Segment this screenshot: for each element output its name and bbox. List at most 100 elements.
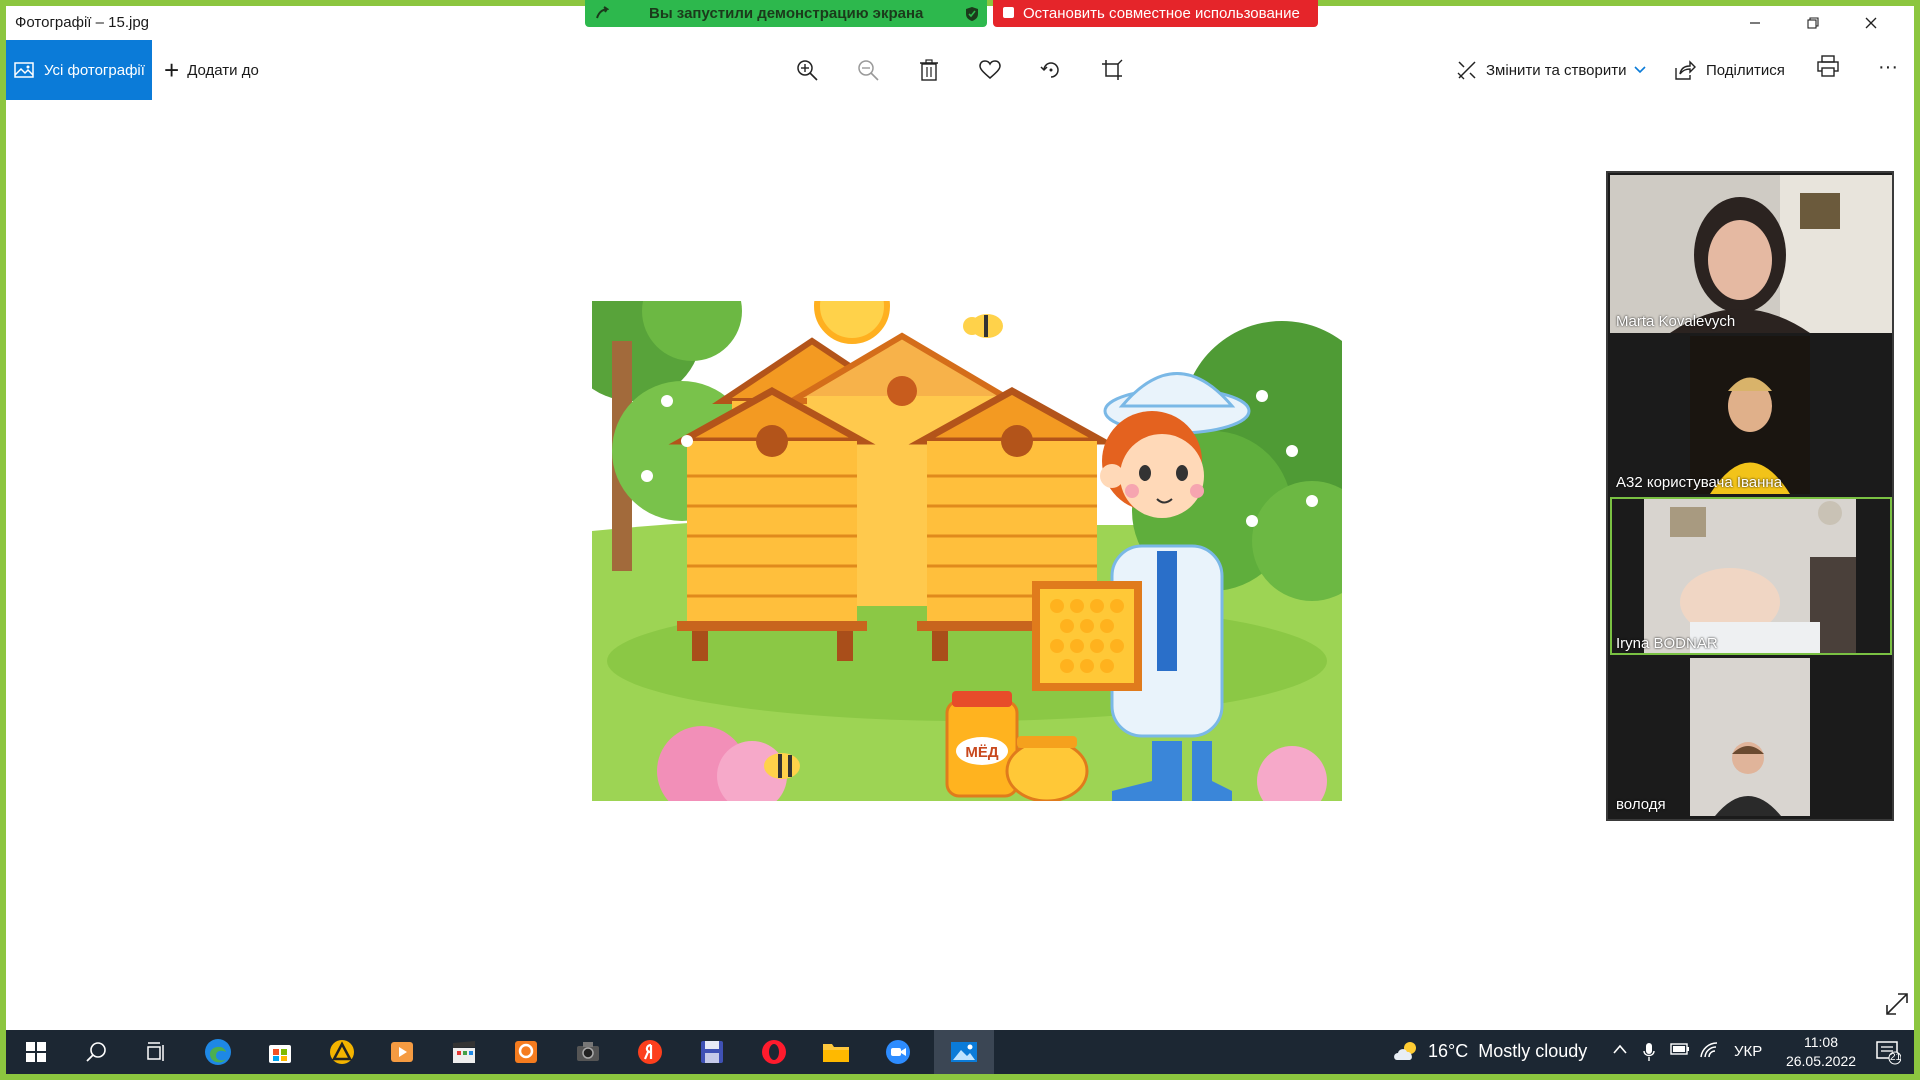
participant-name: Iryna BODNAR xyxy=(1616,635,1718,652)
participant-tile-active[interactable]: Iryna BODNAR xyxy=(1610,497,1892,655)
share-screen-icon xyxy=(596,6,609,19)
edit-create-icon xyxy=(1457,61,1476,80)
sharing-status-text: Вы запустили демонстрацию экрана xyxy=(649,5,924,22)
edge-icon xyxy=(205,1039,231,1065)
search-icon xyxy=(86,1042,106,1062)
participant-tile[interactable]: володя xyxy=(1610,658,1892,816)
participant-video xyxy=(1610,497,1892,655)
opera-icon xyxy=(762,1040,786,1064)
taskbar-camera-app[interactable] xyxy=(572,1036,604,1068)
notification-count: 21 xyxy=(1890,1052,1902,1063)
minimize-button[interactable] xyxy=(1726,6,1784,40)
photos-icon xyxy=(951,1042,977,1062)
taskbar-opera[interactable] xyxy=(758,1036,790,1068)
participant-tile[interactable]: Marta Kovalevych xyxy=(1610,175,1892,333)
participant-video xyxy=(1610,658,1892,816)
task-view-button[interactable] xyxy=(140,1036,172,1068)
store-icon xyxy=(269,1045,291,1063)
favorite-button[interactable] xyxy=(974,54,1006,86)
cloud-sun-icon xyxy=(1394,1042,1416,1060)
participant-video xyxy=(1610,336,1892,494)
participant-name: A32 користувача Іванна xyxy=(1616,474,1783,491)
zoom-icon xyxy=(886,1040,910,1064)
chevron-up-icon[interactable] xyxy=(1612,1042,1628,1059)
edit-create-button[interactable]: Змінити та створити xyxy=(1456,40,1647,100)
language-indicator[interactable]: УКР xyxy=(1734,1043,1762,1060)
weather-widget[interactable]: 16°C Mostly cloudy xyxy=(1392,1040,1587,1062)
add-to-label: Додати до xyxy=(187,61,259,79)
clapperboard-icon xyxy=(453,1041,475,1063)
search-button[interactable] xyxy=(80,1036,112,1068)
all-photos-label: Усі фотографії xyxy=(44,61,145,79)
participant-name: володя xyxy=(1616,796,1666,813)
clock-time: 11:08 xyxy=(1804,1034,1838,1050)
clock[interactable]: 11:08 26.05.2022 xyxy=(1776,1033,1866,1071)
taskbar: 16°C Mostly cloudy УКР 11:08 26.05.2022 … xyxy=(6,1030,1914,1074)
clock-date: 26.05.2022 xyxy=(1785,1053,1857,1069)
task-view-icon xyxy=(147,1042,164,1061)
fullscreen-button[interactable] xyxy=(1884,991,1910,1017)
wifi-icon[interactable] xyxy=(1700,1042,1718,1062)
plus-icon: + xyxy=(164,55,180,85)
participant-name: Marta Kovalevych xyxy=(1616,313,1736,330)
jar-label: МЁД xyxy=(965,744,999,761)
sharing-status-banner: Вы запустили демонстрацию экрана xyxy=(585,0,987,27)
print-icon xyxy=(1817,55,1839,77)
shield-icon xyxy=(966,7,978,21)
floppy-icon xyxy=(701,1041,723,1063)
expand-icon xyxy=(1886,993,1908,1015)
participant-tile[interactable]: A32 користувача Іванна xyxy=(1610,336,1892,494)
taskbar-photos[interactable] xyxy=(948,1036,980,1068)
media-player-icon xyxy=(391,1042,413,1062)
folder-icon xyxy=(823,1044,849,1062)
share-label: Поділитися xyxy=(1706,61,1785,79)
weather-condition: Mostly cloudy xyxy=(1478,1040,1588,1061)
delete-button[interactable] xyxy=(913,54,945,86)
notifications-button[interactable]: 21 xyxy=(1872,1036,1904,1068)
taskbar-edge[interactable] xyxy=(202,1036,234,1068)
pdf-icon xyxy=(515,1041,537,1063)
rotate-button[interactable] xyxy=(1035,54,1067,86)
taskbar-pdf-app[interactable] xyxy=(510,1036,542,1068)
stop-icon xyxy=(1003,7,1014,18)
share-button[interactable]: Поділитися xyxy=(1674,40,1785,100)
taskbar-file-explorer[interactable] xyxy=(820,1036,852,1068)
zoom-out-icon xyxy=(858,60,879,81)
toolbar: Усі фотографії + Додати до Змінити та ст… xyxy=(6,40,1914,100)
heart-icon xyxy=(979,60,1001,79)
minimize-icon xyxy=(1750,22,1760,24)
all-photos-button[interactable]: Усі фотографії xyxy=(6,40,152,100)
restore-button[interactable] xyxy=(1784,6,1842,40)
stop-share-label: Остановить совместное использование xyxy=(1023,5,1300,22)
taskbar-yandex[interactable] xyxy=(634,1036,666,1068)
yandex-icon xyxy=(638,1040,662,1064)
share-icon xyxy=(1675,60,1696,80)
taskbar-zoom[interactable] xyxy=(882,1036,914,1068)
taskbar-media-player[interactable] xyxy=(386,1036,418,1068)
taskbar-video-editor[interactable] xyxy=(448,1036,480,1068)
delete-icon xyxy=(920,59,938,81)
stop-share-button[interactable]: Остановить совместное использование xyxy=(993,0,1318,27)
edit-create-label: Змінити та створити xyxy=(1486,61,1627,79)
zoom-in-button[interactable] xyxy=(791,54,823,86)
taskbar-app-warning[interactable] xyxy=(326,1036,358,1068)
more-options-button[interactable]: ··· xyxy=(1874,56,1902,84)
close-button[interactable] xyxy=(1842,6,1900,40)
video-gallery: Marta Kovalevych A32 користувача Іванна … xyxy=(1606,171,1894,821)
print-button[interactable] xyxy=(1816,54,1848,86)
start-button[interactable] xyxy=(20,1036,52,1068)
zoom-in-icon xyxy=(797,60,818,81)
crop-icon xyxy=(1102,59,1123,80)
taskbar-store[interactable] xyxy=(264,1036,296,1068)
crop-button[interactable] xyxy=(1096,54,1128,86)
microphone-icon[interactable] xyxy=(1642,1042,1656,1066)
photo-viewer-image[interactable]: МЁД xyxy=(592,301,1342,801)
taskbar-save-app[interactable] xyxy=(696,1036,728,1068)
battery-icon[interactable] xyxy=(1670,1042,1690,1060)
photo-icon xyxy=(14,62,34,78)
zoom-out-button[interactable] xyxy=(852,54,884,86)
windows-icon xyxy=(26,1042,46,1062)
weather-temp: 16°C xyxy=(1428,1040,1469,1061)
beekeeper-illustration: МЁД xyxy=(592,301,1342,801)
add-to-button[interactable]: + Додати до xyxy=(164,40,259,100)
